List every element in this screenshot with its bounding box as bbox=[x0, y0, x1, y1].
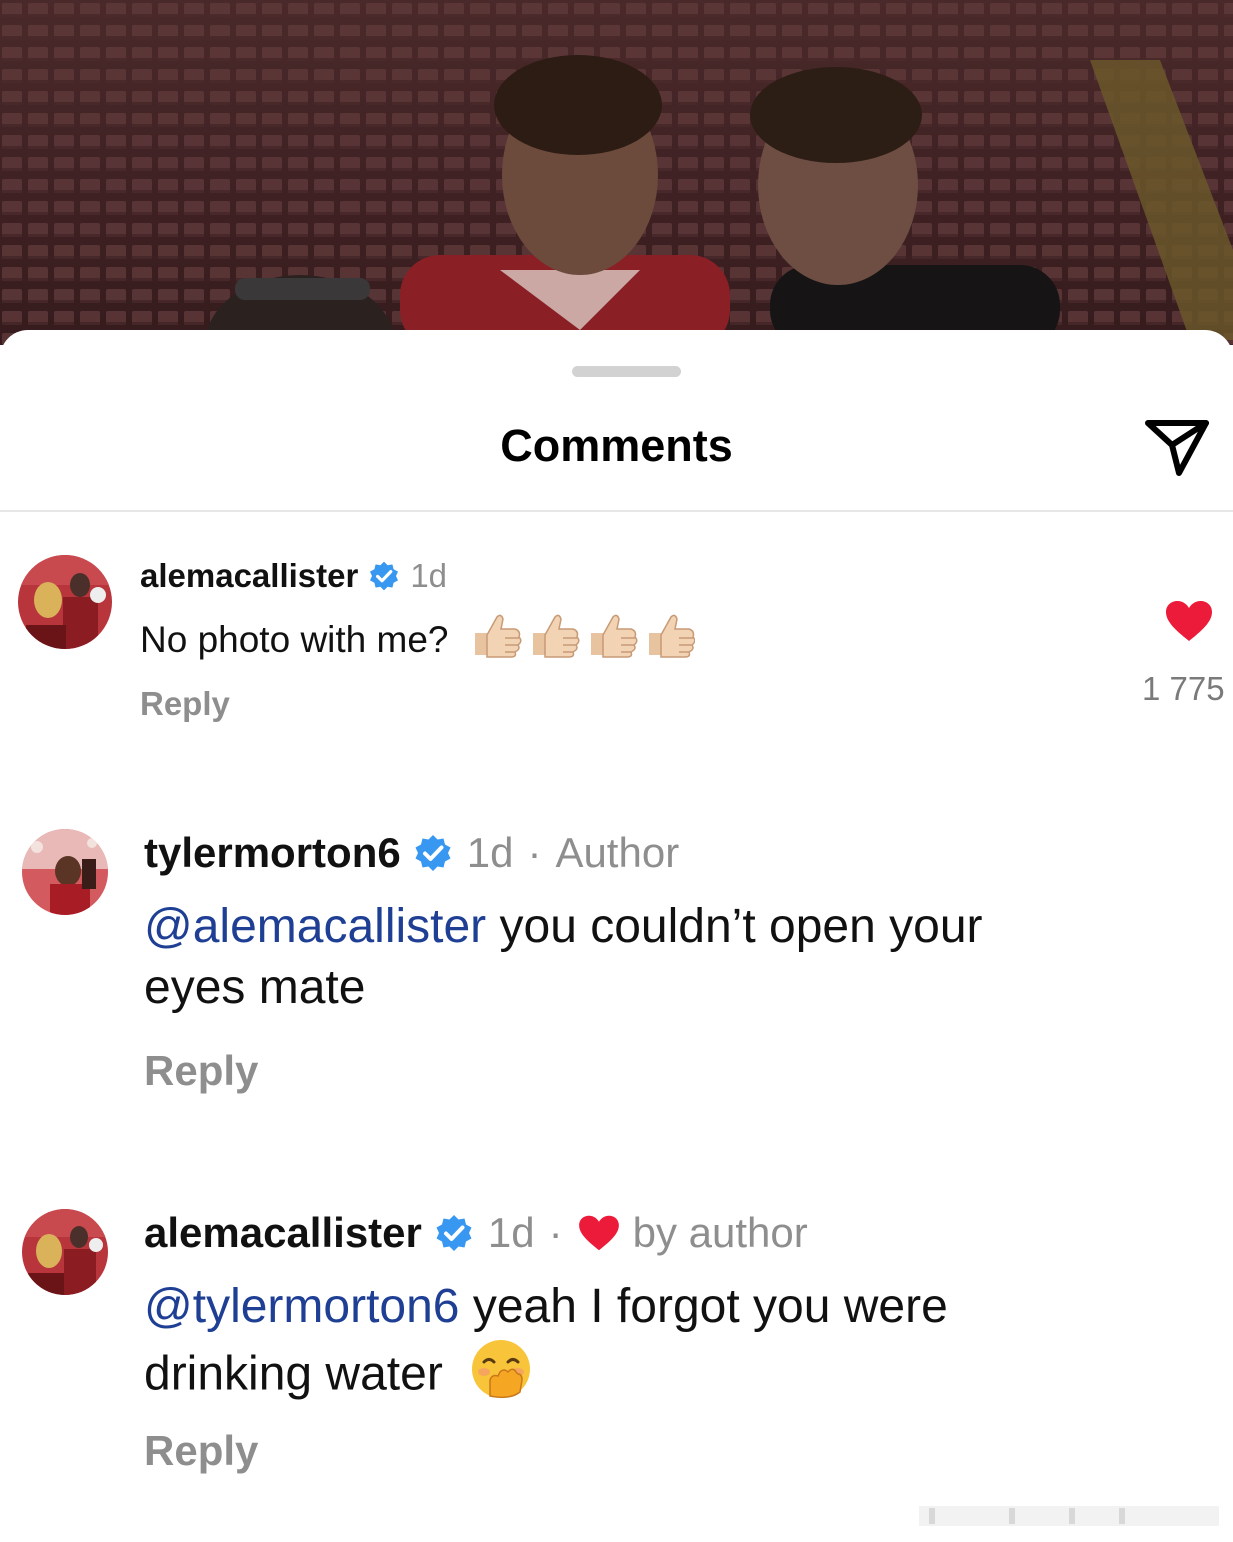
avatar-image bbox=[22, 1209, 108, 1295]
like-button[interactable] bbox=[1164, 599, 1214, 648]
comment-username[interactable]: tylermorton6 bbox=[144, 829, 401, 877]
avatar[interactable] bbox=[22, 829, 108, 915]
comment-header: tylermorton6 1d · Author bbox=[144, 829, 679, 877]
stadium-photo bbox=[0, 0, 1233, 345]
avatar-image bbox=[22, 829, 108, 915]
liked-by-author-heart-icon bbox=[577, 1214, 621, 1252]
comment-text-content: you couldn’t open your bbox=[486, 900, 983, 953]
reply-button[interactable]: Reply bbox=[144, 1427, 258, 1475]
meta-separator: · bbox=[527, 829, 542, 876]
like-count: 1 775 bbox=[1142, 670, 1225, 707]
comment-text: No photo with me? bbox=[140, 611, 696, 673]
face-with-hand-over-mouth-emoji-icon bbox=[470, 1338, 532, 1416]
author-label: Author bbox=[555, 829, 680, 876]
sheet-title: Comments bbox=[500, 420, 733, 471]
comment-text-line: @tylermorton6 yeah I forgot you were bbox=[144, 1277, 948, 1338]
comment-text: @tylermorton6 yeah I forgot you were dri… bbox=[144, 1277, 948, 1416]
comment-timestamp: 1d bbox=[466, 829, 514, 876]
comment-text-content: No photo with me? bbox=[140, 618, 449, 660]
mention-link[interactable]: @tylermorton6 bbox=[144, 1280, 460, 1333]
verified-badge-icon bbox=[413, 833, 453, 873]
comment-text: @alemacallister you couldn’t open your e… bbox=[144, 897, 983, 1019]
post-photo-background bbox=[0, 0, 1233, 345]
reply-button[interactable]: Reply bbox=[140, 685, 230, 723]
comment-item: alemacallister 1d No photo with me? Repl… bbox=[0, 555, 1233, 745]
mention-link[interactable]: @alemacallister bbox=[144, 900, 486, 953]
scroll-indicator bbox=[919, 1506, 1219, 1526]
comment-item: tylermorton6 1d · Author @alemacallister… bbox=[0, 825, 1233, 1105]
share-button[interactable] bbox=[1140, 412, 1214, 482]
header-divider bbox=[0, 510, 1233, 512]
avatar-image bbox=[18, 555, 112, 649]
comment-text-content: drinking water bbox=[144, 1347, 443, 1401]
heart-filled-icon bbox=[1166, 601, 1212, 641]
comment-text-line: @alemacallister you couldn’t open your bbox=[144, 897, 983, 958]
comment-header: alemacallister 1d bbox=[140, 557, 447, 595]
avatar[interactable] bbox=[18, 555, 112, 649]
comment-username[interactable]: alemacallister bbox=[144, 1209, 422, 1257]
sheet-drag-handle[interactable] bbox=[572, 366, 681, 377]
comment-username[interactable]: alemacallister bbox=[140, 557, 358, 595]
comment-text-line: drinking water bbox=[144, 1338, 948, 1416]
avatar[interactable] bbox=[22, 1209, 108, 1295]
verified-badge-icon bbox=[434, 1213, 474, 1253]
comment-timestamp: 1d bbox=[487, 1209, 535, 1256]
liked-by-author-label: by author bbox=[632, 1209, 808, 1256]
comment-text-line: eyes mate bbox=[144, 960, 366, 1014]
thumbs-up-emoji-icon bbox=[469, 611, 696, 673]
comment-header: alemacallister 1d · by author bbox=[144, 1209, 808, 1257]
verified-badge-icon bbox=[368, 560, 400, 592]
reply-button[interactable]: Reply bbox=[144, 1047, 258, 1095]
comment-text-content: yeah I forgot you were bbox=[459, 1280, 948, 1333]
comment-item: alemacallister 1d · by author @tylermort… bbox=[0, 1205, 1233, 1485]
meta-separator: · bbox=[548, 1209, 563, 1256]
paper-plane-icon bbox=[1145, 420, 1209, 476]
comment-timestamp: 1d bbox=[410, 557, 448, 594]
